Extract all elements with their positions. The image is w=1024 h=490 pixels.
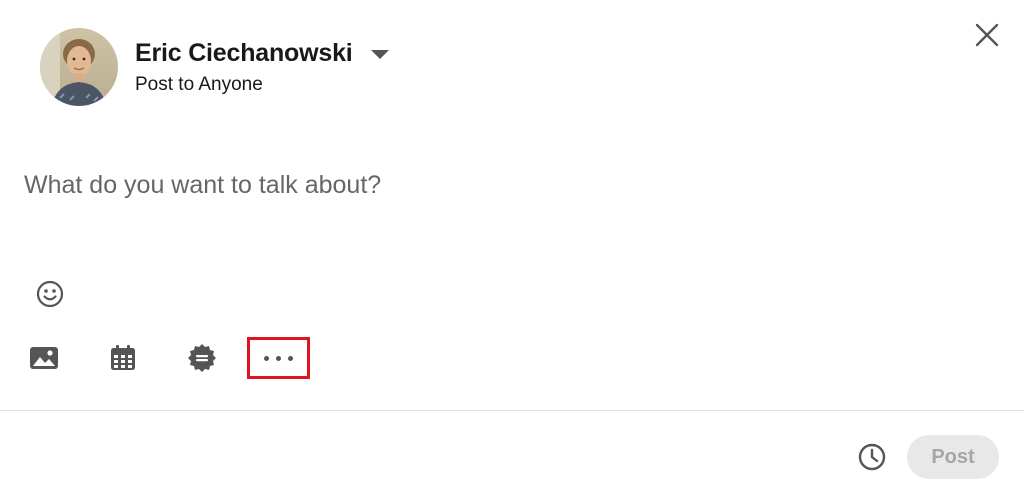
post-editor[interactable]: What do you want to talk about? <box>24 166 984 204</box>
divider <box>0 410 1024 411</box>
avatar <box>40 28 118 106</box>
celebrate-icon <box>187 343 217 378</box>
caret-down-icon[interactable] <box>370 49 389 59</box>
post-button[interactable]: Post <box>907 435 999 479</box>
photo-icon <box>29 345 59 376</box>
share-post-dialog: Eric Ciechanowski Post to Anyone What do… <box>0 0 1024 490</box>
close-icon[interactable] <box>972 20 1002 50</box>
post-visibility: Post to Anyone <box>135 73 263 95</box>
event-icon <box>109 344 137 377</box>
create-event-button[interactable] <box>103 340 143 380</box>
clock-icon[interactable] <box>856 441 888 473</box>
more-icon <box>264 355 293 361</box>
author-name: Eric Ciechanowski <box>135 38 353 67</box>
author-selector[interactable]: Eric Ciechanowski Post to Anyone <box>40 28 389 106</box>
add-photo-button[interactable] <box>24 340 64 380</box>
emoji-icon[interactable] <box>34 278 66 310</box>
more-options-button[interactable] <box>247 337 310 379</box>
celebrate-button[interactable] <box>182 340 222 380</box>
